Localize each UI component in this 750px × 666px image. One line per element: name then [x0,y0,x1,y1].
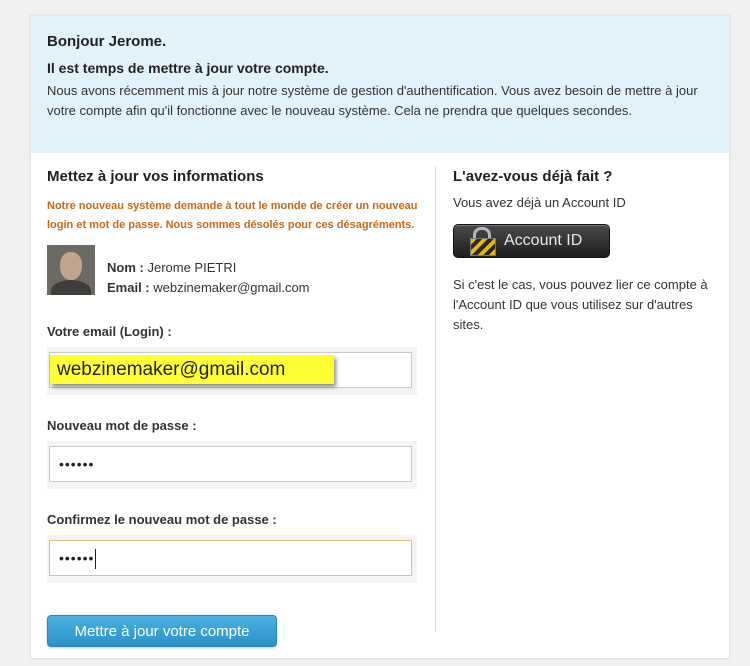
name-label: Nom : [107,260,144,275]
email-field-value: webzinemaker@gmail.com [50,355,334,384]
new-password-wrapper: •••••• [47,441,417,489]
lock-icon [470,225,500,257]
greeting: Bonjour Jerome. [47,33,167,50]
name-value: Jerome PIETRI [147,260,237,275]
banner-text: Nous avons récemment mis à jour notre sy… [47,83,698,118]
form-notice: Notre nouveau système demande à tout le … [47,200,418,231]
avatar-head [60,252,82,280]
email-field-label: Votre email (Login) : [47,324,172,339]
confirm-password-wrapper: •••••• [47,535,417,583]
confirm-password-field[interactable] [49,540,412,576]
user-info: Nom : Jerome PIETRI Email : webzinemaker… [107,258,310,298]
column-divider [435,166,436,632]
aside-heading: L'avez-vous déjà fait ? [453,168,613,185]
new-password-field[interactable] [49,446,412,482]
account-id-aside: L'avez-vous déjà fait ? Vous avez déjà u… [453,166,715,335]
update-account-panel: Bonjour Jerome. Il est temps de mettre à… [30,15,730,659]
update-account-button[interactable]: Mettre à jour votre compte [47,615,277,647]
new-password-label: Nouveau mot de passe : [47,418,197,433]
avatar-shoulders [51,280,91,295]
account-id-button-label: Account ID [504,232,583,249]
aside-subtext: Vous avez déjà un Account ID [453,195,626,210]
email-label: Email : [107,280,150,295]
form-heading: Mettez à jour vos informations [47,168,264,185]
avatar [47,245,95,295]
email-value: webzinemaker@gmail.com [153,280,310,295]
user-card: Nom : Jerome PIETRI Email : webzinemaker… [47,245,419,297]
account-id-button[interactable]: Account ID [453,224,610,258]
banner-title: Il est temps de mettre à jour votre comp… [47,60,329,76]
welcome-banner: Bonjour Jerome. Il est temps de mettre à… [31,16,729,153]
update-form: Mettez à jour vos informations Notre nou… [47,166,419,647]
confirm-password-label: Confirmez le nouveau mot de passe : [47,512,277,527]
aside-description: Si c'est le cas, vous pouvez lier ce com… [453,277,708,332]
email-field-wrapper: webzinemaker@gmail.com [47,347,417,395]
